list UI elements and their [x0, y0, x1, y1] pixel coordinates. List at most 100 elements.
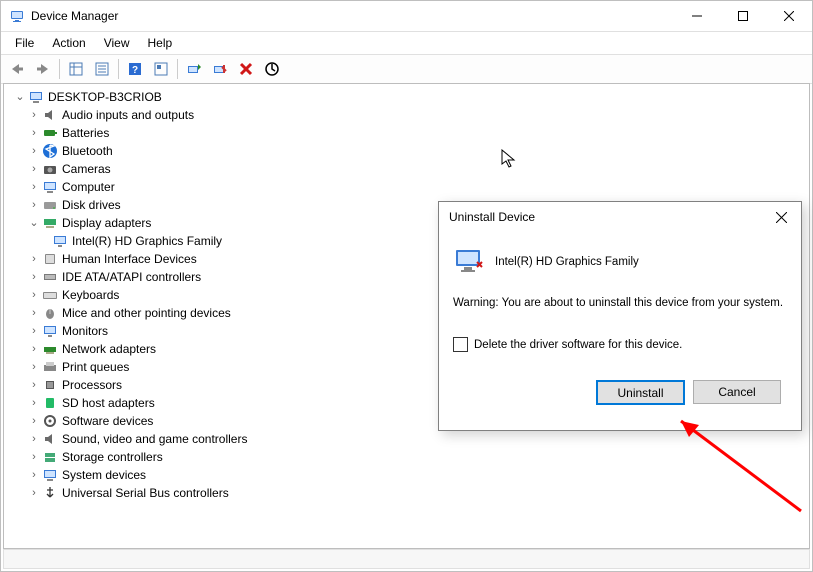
battery-icon	[42, 125, 58, 141]
node-label: Intel(R) HD Graphics Family	[72, 232, 222, 250]
collapse-icon[interactable]: ›	[28, 253, 40, 265]
node-label: Bluetooth	[62, 142, 113, 160]
bluetooth-icon	[42, 143, 58, 159]
tree-node-audio[interactable]: › Audio inputs and outputs	[8, 106, 807, 124]
show-hide-tree-button[interactable]	[64, 57, 88, 81]
node-label: Cameras	[62, 160, 111, 178]
separator	[59, 59, 60, 79]
forward-button[interactable]	[31, 57, 55, 81]
help-button[interactable]: ?	[123, 57, 147, 81]
tree-node-bluetooth[interactable]: › Bluetooth	[8, 142, 807, 160]
device-manager-window: Device Manager File Action View Help ? ⌄	[0, 0, 813, 572]
system-icon	[42, 467, 58, 483]
collapse-icon[interactable]: ›	[28, 289, 40, 301]
collapse-icon[interactable]: ›	[28, 397, 40, 409]
node-label: Monitors	[62, 322, 108, 340]
node-label: Batteries	[62, 124, 109, 142]
disable-device-button[interactable]	[208, 57, 232, 81]
sound-icon	[42, 431, 58, 447]
menu-action[interactable]: Action	[44, 34, 93, 52]
collapse-icon[interactable]: ›	[28, 307, 40, 319]
collapse-icon[interactable]: ›	[28, 343, 40, 355]
collapse-icon[interactable]: ›	[28, 487, 40, 499]
dialog-body: Intel(R) HD Graphics Family Warning: You…	[439, 232, 801, 405]
collapse-icon[interactable]: ›	[28, 163, 40, 175]
toolbar: ?	[1, 54, 812, 84]
scan-hardware-button[interactable]	[260, 57, 284, 81]
node-label: Software devices	[62, 412, 153, 430]
svg-text:?: ?	[132, 65, 138, 76]
node-label: Network adapters	[62, 340, 156, 358]
tree-node-sound[interactable]: ›Sound, video and game controllers	[8, 430, 807, 448]
back-button[interactable]	[5, 57, 29, 81]
uninstall-device-button[interactable]	[234, 57, 258, 81]
title-bar: Device Manager	[1, 1, 812, 32]
tree-node-system[interactable]: › System devices	[8, 466, 807, 484]
collapse-icon[interactable]: ›	[28, 469, 40, 481]
node-label: SD host adapters	[62, 394, 155, 412]
delete-driver-row[interactable]: Delete the driver software for this devi…	[453, 337, 787, 352]
collapse-icon[interactable]: ›	[28, 415, 40, 427]
tree-node-cameras[interactable]: › Cameras	[8, 160, 807, 178]
delete-driver-label: Delete the driver software for this devi…	[474, 339, 682, 351]
minimize-button[interactable]	[674, 1, 720, 31]
menu-bar: File Action View Help	[1, 32, 812, 54]
node-label: Display adapters	[62, 214, 151, 232]
tree-node-computer[interactable]: ›Computer	[8, 178, 807, 196]
node-label: IDE ATA/ATAPI controllers	[62, 268, 201, 286]
action-button[interactable]	[149, 57, 173, 81]
software-icon	[42, 413, 58, 429]
node-label: Keyboards	[62, 286, 119, 304]
close-button[interactable]	[766, 1, 812, 31]
device-icon	[453, 244, 485, 279]
node-label: Mice and other pointing devices	[62, 304, 231, 322]
delete-driver-checkbox[interactable]	[453, 337, 468, 352]
node-label: Disk drives	[62, 196, 121, 214]
node-label: Print queues	[62, 358, 129, 376]
tree-node-usb[interactable]: ›Universal Serial Bus controllers	[8, 484, 807, 502]
collapse-icon[interactable]: ›	[28, 181, 40, 193]
node-label: Audio inputs and outputs	[62, 106, 194, 124]
properties-button[interactable]	[90, 57, 114, 81]
display-adapter-icon	[42, 215, 58, 231]
tree-node-batteries[interactable]: › Batteries	[8, 124, 807, 142]
menu-view[interactable]: View	[96, 34, 138, 52]
separator	[118, 59, 119, 79]
collapse-icon[interactable]: ›	[28, 379, 40, 391]
tree-node-storage[interactable]: ›Storage controllers	[8, 448, 807, 466]
uninstall-dialog: Uninstall Device Intel(R) HD Graphics Fa…	[438, 201, 802, 431]
dialog-title: Uninstall Device	[449, 210, 765, 224]
collapse-icon[interactable]: ›	[28, 145, 40, 157]
expand-icon[interactable]: ⌄	[28, 217, 40, 229]
menu-help[interactable]: Help	[140, 34, 181, 52]
dialog-titlebar: Uninstall Device	[439, 202, 801, 232]
cpu-icon	[42, 377, 58, 393]
collapse-icon[interactable]: ›	[28, 127, 40, 139]
computer-icon	[28, 89, 44, 105]
uninstall-button[interactable]: Uninstall	[596, 380, 685, 405]
sd-icon	[42, 395, 58, 411]
cancel-button[interactable]: Cancel	[693, 380, 781, 404]
collapse-icon[interactable]: ›	[28, 271, 40, 283]
tree-root-label: DESKTOP-B3CRIOB	[48, 88, 162, 106]
collapse-icon[interactable]: ›	[28, 325, 40, 337]
dialog-close-button[interactable]	[765, 203, 797, 231]
tree-root[interactable]: ⌄ DESKTOP-B3CRIOB	[8, 88, 807, 106]
collapse-icon[interactable]: ›	[28, 199, 40, 211]
collapse-icon[interactable]: ›	[28, 109, 40, 121]
expand-icon[interactable]: ⌄	[14, 91, 26, 103]
display-adapter-icon	[52, 233, 68, 249]
menu-file[interactable]: File	[7, 34, 42, 52]
app-icon	[9, 8, 25, 24]
mouse-icon	[42, 305, 58, 321]
computer-icon	[42, 179, 58, 195]
update-driver-button[interactable]	[182, 57, 206, 81]
node-label: System devices	[62, 466, 146, 484]
collapse-icon[interactable]: ›	[28, 433, 40, 445]
collapse-icon[interactable]: ›	[28, 361, 40, 373]
node-label: Processors	[62, 376, 122, 394]
collapse-icon[interactable]: ›	[28, 451, 40, 463]
keyboard-icon	[42, 287, 58, 303]
maximize-button[interactable]	[720, 1, 766, 31]
printer-icon	[42, 359, 58, 375]
